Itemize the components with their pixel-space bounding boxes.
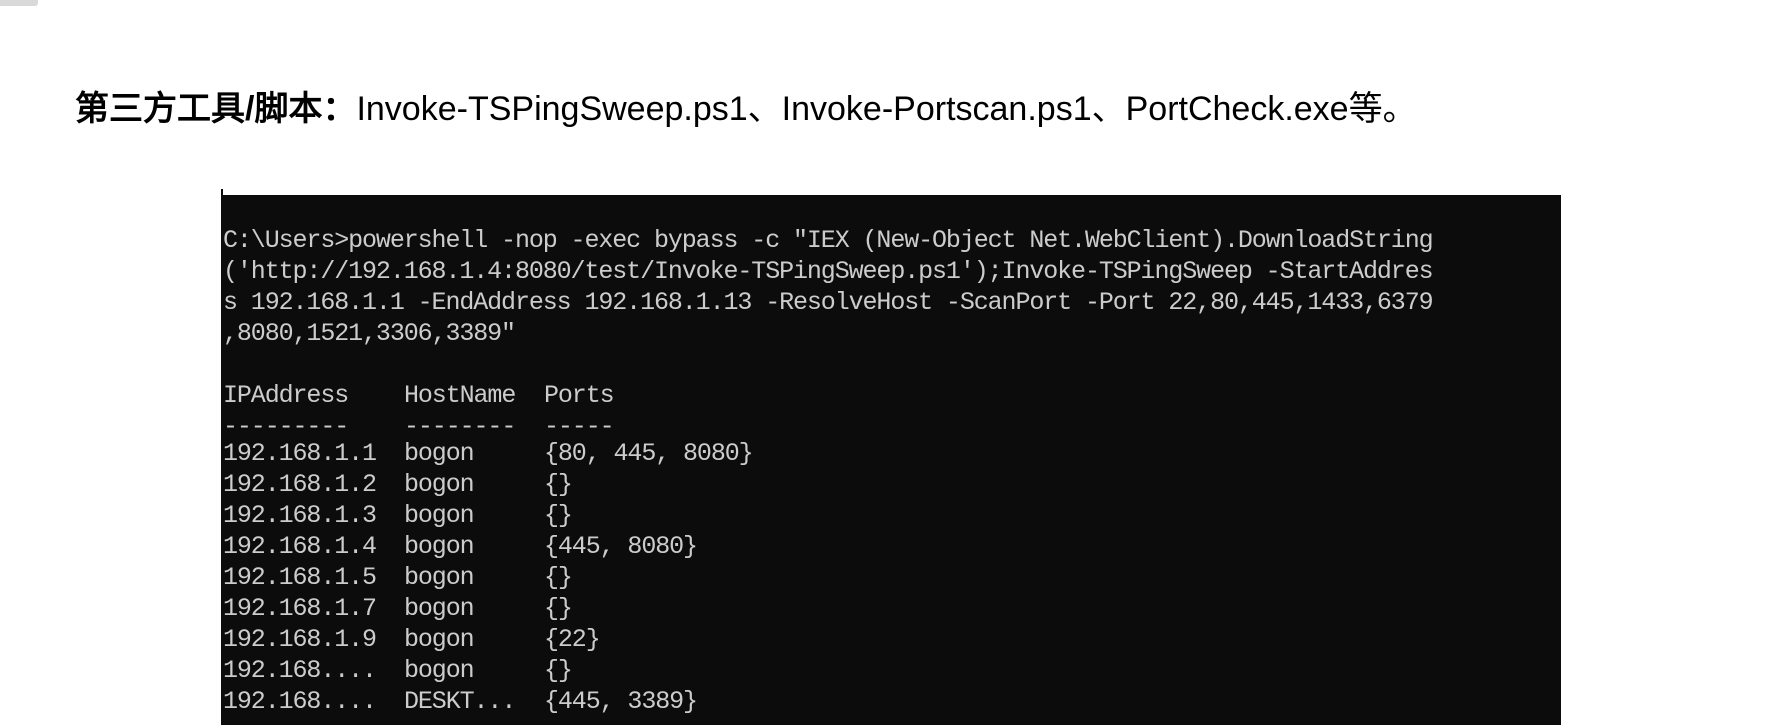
cell-ports: {} <box>544 470 573 499</box>
cell-ipaddress: 192.168.1.5 <box>223 563 377 592</box>
cell-ports: {} <box>544 656 573 685</box>
cell-ipaddress: 192.168.1.4 <box>223 532 377 561</box>
cell-ports: {} <box>544 594 573 623</box>
column-header-ports: Ports <box>544 381 615 410</box>
corner-scroll-mark <box>0 0 38 6</box>
table-header: IPAddress HostName Ports <box>223 380 1561 411</box>
command-line: ,8080,1521,3306,3389" <box>223 319 516 348</box>
cell-ports: {80, 445, 8080} <box>544 439 754 468</box>
column-header-ipaddress: IPAddress <box>223 381 349 410</box>
cell-hostname: bogon <box>404 656 475 685</box>
table-row: 192.168.1.2 bogon {} <box>223 469 1561 500</box>
table-separator: --------- -------- ----- <box>223 411 1561 441</box>
heading-text: Invoke-TSPingSweep.ps1、Invoke-Portscan.p… <box>356 90 1417 128</box>
section-heading: 第三方工具/脚本：Invoke-TSPingSweep.ps1、Invoke-P… <box>75 88 1417 130</box>
cell-ipaddress: 192.168.1.2 <box>223 470 377 499</box>
cell-hostname: bogon <box>404 594 475 623</box>
separator-ports: ----- <box>544 412 615 441</box>
table-row: 192.168.1.9 bogon {22} <box>223 624 1561 655</box>
table-row: 192.168.... DESKT... {445, 3389} <box>223 686 1561 717</box>
terminal-screenshot: C:\Users>powershell -nop -exec bypass -c… <box>221 195 1561 725</box>
table-row: 192.168.... bogon {} <box>223 655 1561 686</box>
command-line: C:\Users>powershell -nop -exec bypass -c… <box>223 226 1434 255</box>
cell-ipaddress: 192.168.1.9 <box>223 625 377 654</box>
cell-hostname: DESKT... <box>404 687 516 716</box>
table-row: 192.168.1.7 bogon {} <box>223 593 1561 624</box>
cell-ipaddress: 192.168.... <box>223 687 377 716</box>
table-row: 192.168.1.1 bogon {80, 445, 8080} <box>223 438 1561 469</box>
command-line: ('http://192.168.1.4:8080/test/Invoke-TS… <box>223 257 1434 286</box>
cell-hostname: bogon <box>404 501 475 530</box>
cell-ports: {} <box>544 563 573 592</box>
terminal-output: C:\Users>powershell -nop -exec bypass -c… <box>223 225 1561 717</box>
cell-ports: {22} <box>544 625 601 654</box>
column-header-hostname: HostName <box>404 381 516 410</box>
cell-hostname: bogon <box>404 563 475 592</box>
cell-hostname: bogon <box>404 625 475 654</box>
table-row: 192.168.1.3 bogon {} <box>223 500 1561 531</box>
separator-ipaddress: --------- <box>223 412 349 441</box>
heading-label: 第三方工具/脚本： <box>75 90 357 128</box>
cell-hostname: bogon <box>404 439 475 468</box>
cell-ipaddress: 192.168.1.7 <box>223 594 377 623</box>
table-row: 192.168.1.4 bogon {445, 8080} <box>223 531 1561 562</box>
cell-ports: {} <box>544 501 573 530</box>
cell-ipaddress: 192.168.1.3 <box>223 501 377 530</box>
cell-ports: {445, 8080} <box>544 532 698 561</box>
separator-hostname: -------- <box>404 412 516 441</box>
cell-hostname: bogon <box>404 532 475 561</box>
cell-ipaddress: 192.168.... <box>223 656 377 685</box>
cell-ports: {445, 3389} <box>544 687 698 716</box>
cell-hostname: bogon <box>404 470 475 499</box>
table-row: 192.168.1.5 bogon {} <box>223 562 1561 593</box>
cell-ipaddress: 192.168.1.1 <box>223 439 377 468</box>
command-line: s 192.168.1.1 -EndAddress 192.168.1.13 -… <box>223 288 1434 317</box>
document-page: 第三方工具/脚本：Invoke-TSPingSweep.ps1、Invoke-P… <box>0 0 1767 725</box>
